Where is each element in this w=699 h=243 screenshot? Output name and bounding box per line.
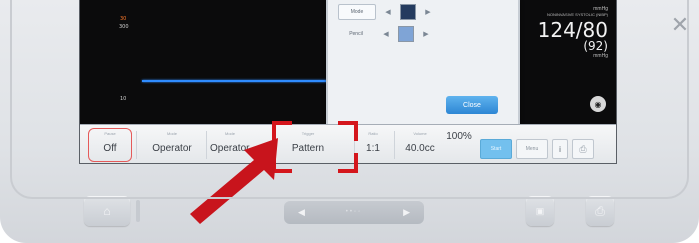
- waveform-trace: [142, 80, 342, 82]
- dialog-pencil-value[interactable]: [398, 26, 414, 42]
- nibp-start-icon[interactable]: ◉: [590, 96, 606, 112]
- pause-label: Pause: [104, 131, 116, 136]
- toolbar-volume[interactable]: Volume 40.0cc: [396, 125, 444, 163]
- chevron-right-icon[interactable]: ▶: [420, 30, 432, 38]
- bezel-indicator: [136, 200, 140, 222]
- highlight-corner-bottom-right: [338, 153, 358, 173]
- dialog-mode-value[interactable]: [400, 4, 416, 20]
- right-arrow-icon[interactable]: ▶: [403, 207, 410, 218]
- ratio-label: Ratio: [368, 131, 378, 136]
- navigation-bar[interactable]: ◀ ••◦◦ ▶: [284, 200, 424, 224]
- display-mode-icon[interactable]: ▣: [526, 196, 554, 226]
- dialog-pencil-label: Pencil: [349, 31, 363, 37]
- chevron-left-icon[interactable]: ◀: [382, 8, 394, 16]
- print-icon[interactable]: ⎙: [572, 139, 594, 159]
- waveform-scale-top-high: 30: [120, 16, 127, 22]
- nibp-unit-bottom: mmHg: [593, 53, 608, 59]
- left-arrow-icon[interactable]: ◀: [298, 207, 305, 218]
- page-indicator-icon: ••◦◦: [345, 209, 363, 215]
- volume-label: Volume: [413, 131, 427, 136]
- percent-value: 100%: [446, 131, 472, 142]
- dialog-close-button[interactable]: Close: [446, 96, 498, 114]
- waveform-scale-mid: 10: [120, 96, 127, 102]
- dialog-mode-label[interactable]: Mode: [338, 4, 376, 20]
- toolbar-pause[interactable]: Pause Off: [88, 125, 132, 163]
- pointer-arrow-icon: [190, 138, 278, 224]
- chevron-right-icon[interactable]: ▶: [422, 8, 434, 16]
- toolbar-divider: [136, 131, 137, 159]
- settings-dialog: Mode ◀ ▶ Pencil ◀ ▶ Close: [326, 0, 520, 126]
- monitor-device: 30 300 10 Mode ◀ ▶ Pencil ◀ ▶ Close mmHg…: [0, 0, 699, 243]
- volume-value: 40.0cc: [405, 143, 435, 154]
- dialog-row-mode: Mode ◀ ▶: [338, 4, 434, 20]
- bed-icon: ✕: [670, 12, 690, 37]
- start-button[interactable]: Start: [480, 139, 512, 159]
- nibp-value: 124/80: [537, 18, 608, 42]
- print-icon[interactable]: ⎙: [586, 196, 614, 226]
- toolbar-percent[interactable]: 100%: [444, 125, 474, 163]
- ratio-value: 1:1: [366, 143, 380, 154]
- home-icon[interactable]: ⌂: [84, 196, 130, 226]
- toolbar-divider: [394, 131, 395, 159]
- waveform-scale-top-low: 300: [119, 24, 129, 30]
- toolbar-ratio[interactable]: Ratio 1:1: [356, 125, 390, 163]
- info-button[interactable]: i: [552, 139, 568, 159]
- pause-value: Off: [103, 143, 117, 154]
- chevron-left-icon[interactable]: ◀: [380, 30, 392, 38]
- menu-button[interactable]: Menu: [516, 139, 548, 159]
- dialog-row-pencil: Pencil ◀ ▶: [338, 26, 432, 42]
- highlight-corner-top-right: [338, 121, 358, 141]
